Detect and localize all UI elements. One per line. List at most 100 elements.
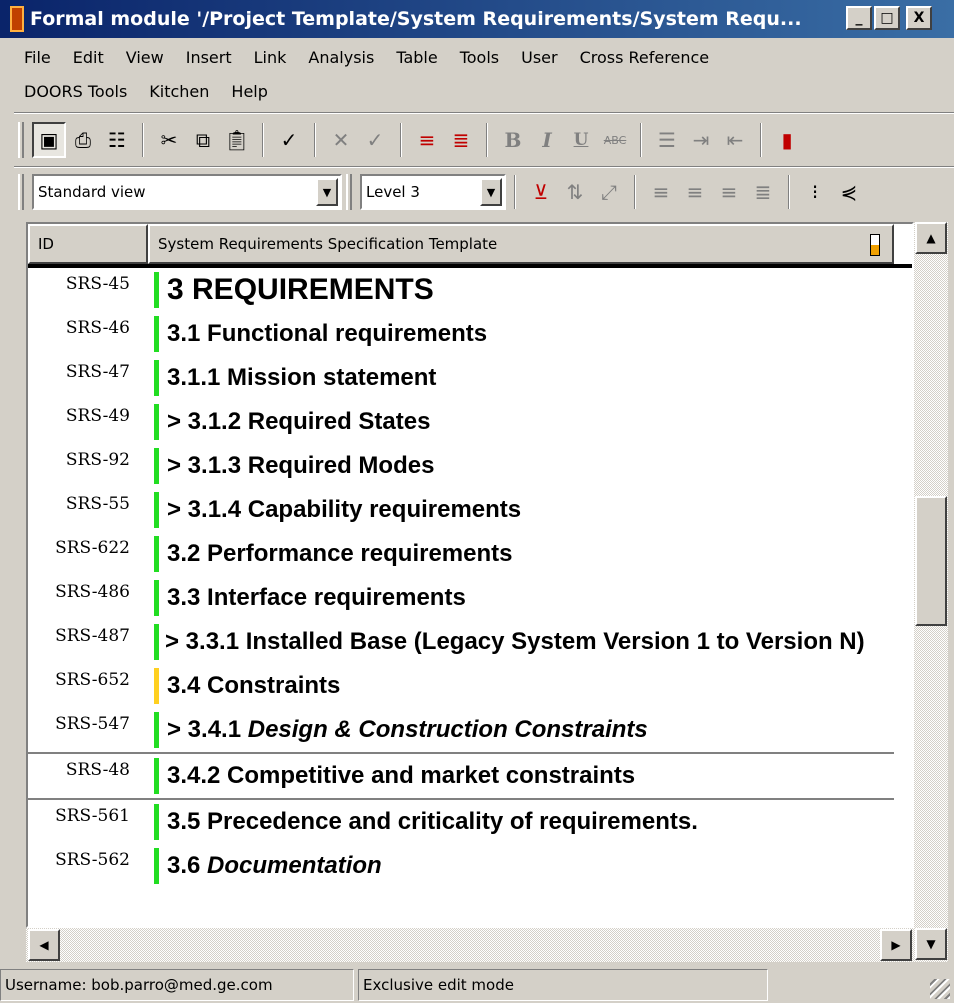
close-button[interactable]: X (906, 6, 932, 30)
row-text-cell[interactable]: 3.4 Constraints (148, 664, 894, 708)
row-id[interactable]: SRS-486 (28, 576, 148, 620)
menu-item-link[interactable]: Link (254, 48, 287, 67)
table-row[interactable]: SRS-49 > 3.1.2 Required States (28, 400, 894, 444)
menu-item-edit[interactable]: Edit (73, 48, 104, 67)
filter-icon[interactable]: ⊻ (524, 174, 558, 210)
align-left-icon[interactable]: ≡ (644, 174, 678, 210)
row-text-cell[interactable]: 3.1.1 Mission statement (148, 356, 894, 400)
accept-icon[interactable]: ✓ (358, 122, 392, 158)
row-id[interactable]: SRS-49 (28, 400, 148, 444)
more-icon[interactable]: ▮ (770, 122, 804, 158)
scroll-left-button[interactable]: ◀ (28, 929, 60, 961)
requirements-grid[interactable]: ID System Requirements Specification Tem… (26, 222, 914, 928)
row-id[interactable]: SRS-46 (28, 312, 148, 356)
row-text-cell[interactable]: 3 REQUIREMENTS (148, 268, 894, 312)
scroll-down-button[interactable]: ▼ (915, 928, 947, 960)
chevron-down-icon[interactable]: ▼ (480, 178, 502, 206)
menu-item-user[interactable]: User (521, 48, 557, 67)
row-text-cell[interactable]: 3.5 Precedence and criticality of requir… (148, 800, 894, 844)
row-text-cell[interactable]: > 3.1.3 Required Modes (148, 444, 894, 488)
toolbar-grip[interactable] (346, 174, 352, 210)
view-select[interactable]: Standard view ▼ (32, 174, 342, 210)
table-row[interactable]: SRS-652 3.4 Constraints (28, 664, 894, 708)
bold-icon[interactable]: B (496, 122, 530, 158)
paste-icon[interactable]: 📋︎ (220, 122, 254, 158)
row-id[interactable]: SRS-487 (28, 620, 148, 664)
row-text-cell[interactable]: > 3.1.2 Required States (148, 400, 894, 444)
menu-item-tools[interactable]: Tools (460, 48, 499, 67)
print-icon[interactable]: ⎙ (66, 122, 100, 158)
copy-icon[interactable]: ⧉ (186, 122, 220, 158)
menu-item-file[interactable]: File (24, 48, 51, 67)
graph-icon[interactable]: ⋞ (832, 174, 866, 210)
indent-icon[interactable]: ⇥ (684, 122, 718, 158)
cut-icon[interactable]: ✂ (152, 122, 186, 158)
row-id[interactable]: SRS-652 (28, 664, 148, 708)
column-header-main[interactable]: System Requirements Specification Templa… (148, 224, 894, 264)
resize-grip-icon[interactable] (930, 979, 950, 999)
horizontal-scrollbar[interactable]: ◀ ▶ (26, 928, 914, 962)
table-row[interactable]: SRS-561 3.5 Precedence and criticality of… (28, 800, 894, 844)
row-text-cell[interactable]: 3.3 Interface requirements (148, 576, 894, 620)
table-row[interactable]: SRS-487 > 3.3.1 Installed Base (Legacy Sy… (28, 620, 894, 664)
row-text-cell[interactable]: 3.2 Performance requirements (148, 532, 894, 576)
italic-icon[interactable]: I (530, 122, 564, 158)
scroll-right-button[interactable]: ▶ (880, 929, 912, 961)
table-row[interactable]: SRS-48 3.4.2 Competitive and market const… (28, 752, 894, 800)
reject-icon[interactable]: ✕ (324, 122, 358, 158)
vertical-scroll-thumb[interactable] (915, 496, 947, 626)
row-id[interactable]: SRS-547 (28, 708, 148, 752)
scroll-up-button[interactable]: ▲ (915, 222, 947, 254)
row-id[interactable]: SRS-45 (28, 268, 148, 312)
table-row[interactable]: SRS-45 3 REQUIREMENTS (28, 268, 894, 312)
save-icon[interactable]: ▣ (32, 122, 66, 158)
row-text-cell[interactable]: 3.1 Functional requirements (148, 312, 894, 356)
minimize-button[interactable]: _ (846, 6, 872, 30)
row-id[interactable]: SRS-47 (28, 356, 148, 400)
row-id[interactable]: SRS-562 (28, 844, 148, 888)
menu-item-table[interactable]: Table (396, 48, 437, 67)
properties-icon[interactable]: ☷ (100, 122, 134, 158)
table-row[interactable]: SRS-562 3.6 Documentation (28, 844, 894, 888)
justify-icon[interactable]: ≣ (746, 174, 780, 210)
insert-object-icon[interactable]: ≣ (444, 122, 478, 158)
row-id[interactable]: SRS-561 (28, 800, 148, 844)
table-row[interactable]: SRS-46 3.1 Functional requirements (28, 312, 894, 356)
menu-item-view[interactable]: View (126, 48, 164, 67)
table-row[interactable]: SRS-47 3.1.1 Mission statement (28, 356, 894, 400)
maximize-button[interactable]: □ (874, 6, 900, 30)
table-row[interactable]: SRS-547 > 3.4.1 Design & Construction Con… (28, 708, 894, 752)
outline-icon[interactable]: ⁝ (798, 174, 832, 210)
row-text-cell[interactable]: 3.4.2 Competitive and market constraints (148, 754, 894, 798)
menu-item-help[interactable]: Help (231, 82, 267, 101)
link-icon[interactable]: ⤢ (592, 174, 626, 210)
table-row[interactable]: SRS-622 3.2 Performance requirements (28, 532, 894, 576)
row-text-cell[interactable]: > 3.3.1 Installed Base (Legacy System Ve… (148, 620, 894, 664)
insert-heading-icon[interactable]: ≡ (410, 122, 444, 158)
vertical-scrollbar[interactable]: ▲ ▼ (914, 222, 948, 962)
align-right-icon[interactable]: ≡ (712, 174, 746, 210)
underline-icon[interactable]: U (564, 122, 598, 158)
spellcheck-icon[interactable]: ✓ (272, 122, 306, 158)
menu-item-doors-tools[interactable]: DOORS Tools (24, 82, 127, 101)
row-text-cell[interactable]: 3.6 Documentation (148, 844, 894, 888)
table-row[interactable]: SRS-92 > 3.1.3 Required Modes (28, 444, 894, 488)
menu-item-cross-reference[interactable]: Cross Reference (580, 48, 710, 67)
row-id[interactable]: SRS-622 (28, 532, 148, 576)
sort-icon[interactable]: ⇅ (558, 174, 592, 210)
outdent-icon[interactable]: ⇤ (718, 122, 752, 158)
table-row[interactable]: SRS-55 > 3.1.4 Capability requirements (28, 488, 894, 532)
bullets-icon[interactable]: ☰ (650, 122, 684, 158)
title-bar[interactable]: Formal module '/Project Template/System … (0, 0, 954, 38)
chevron-down-icon[interactable]: ▼ (316, 178, 338, 206)
row-text-cell[interactable]: > 3.1.4 Capability requirements (148, 488, 894, 532)
menu-item-insert[interactable]: Insert (186, 48, 232, 67)
strikethrough-icon[interactable]: ABC (598, 122, 632, 158)
menu-item-analysis[interactable]: Analysis (308, 48, 374, 67)
toolbar-grip[interactable] (18, 122, 24, 158)
row-text-cell[interactable]: > 3.4.1 Design & Construction Constraint… (148, 708, 894, 752)
row-id[interactable]: SRS-92 (28, 444, 148, 488)
toolbar-grip[interactable] (18, 174, 24, 210)
level-select[interactable]: Level 3 ▼ (360, 174, 506, 210)
row-id[interactable]: SRS-48 (28, 754, 148, 798)
